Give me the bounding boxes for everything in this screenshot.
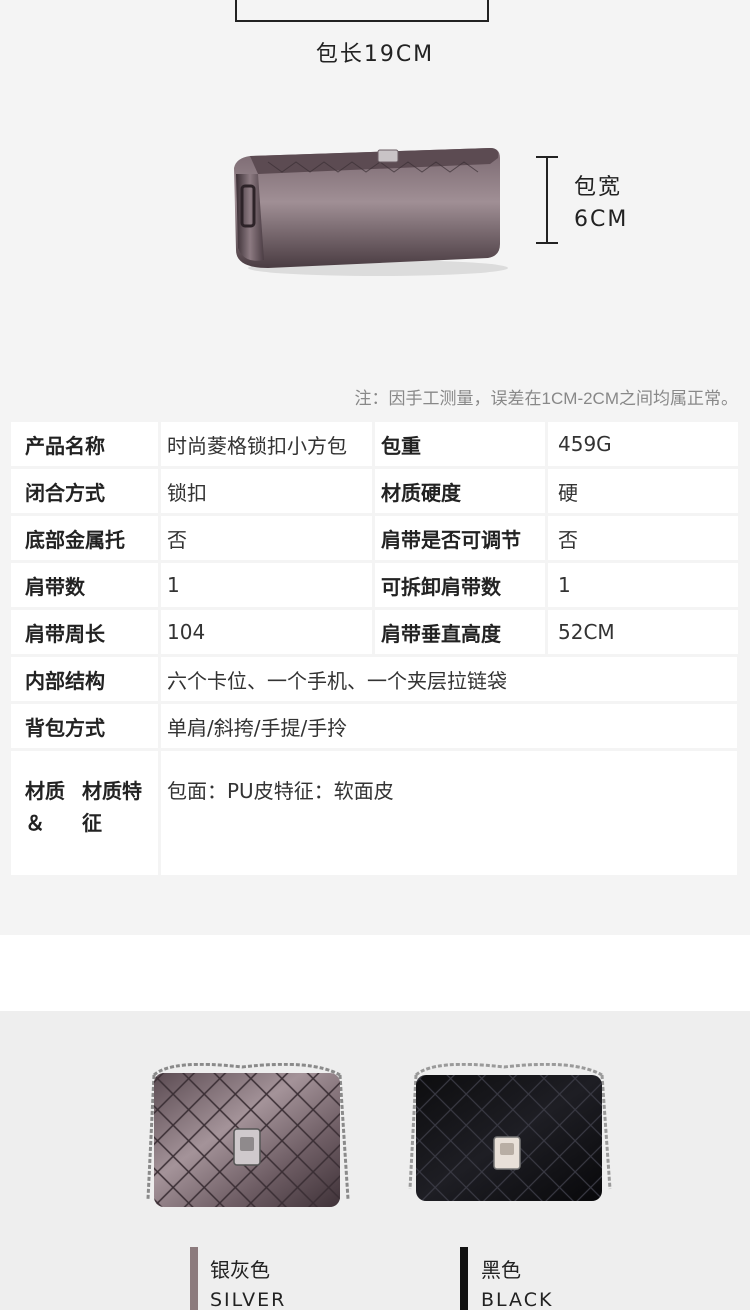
spec-value: 1 <box>548 563 738 607</box>
spec-key: 可拆卸肩带数 <box>375 563 545 607</box>
black-bag-image[interactable] <box>404 1063 614 1213</box>
spec-key: 肩带周长 <box>11 610 158 654</box>
length-label: 包长19CM <box>315 42 435 67</box>
spec-key: 产品名称 <box>11 422 158 466</box>
spec-key: 包重 <box>375 422 545 466</box>
color-name-en: SILVER <box>210 1289 287 1310</box>
spec-value: 否 <box>548 516 738 560</box>
length-bracket <box>235 0 489 22</box>
silver-color-swatch <box>190 1247 198 1310</box>
spec-value: 六个卡位、一个手机、一个夹层拉链袋 <box>161 657 737 701</box>
color-label-black: 黑色 BLACK <box>481 1255 553 1310</box>
color-name-en: BLACK <box>481 1289 554 1310</box>
spec-key: 肩带垂直高度 <box>375 610 545 654</box>
spec-value: 否 <box>161 516 372 560</box>
width-bar-cap-bottom <box>536 242 558 244</box>
table-row: 肩带数 1 可拆卸肩带数 1 <box>11 563 738 607</box>
width-bar <box>546 156 548 244</box>
spec-value-material: 包面：PU皮 特征：软面皮 <box>161 751 737 875</box>
color-name-cn: 黑色 <box>481 1258 521 1282</box>
spec-value: 104 <box>161 610 372 654</box>
color-name-cn: 银灰色 <box>210 1258 270 1282</box>
spec-key: 闭合方式 <box>11 469 158 513</box>
black-color-swatch <box>460 1247 468 1310</box>
color-label-silver: 银灰色 SILVER <box>210 1255 286 1310</box>
spec-key: 背包方式 <box>11 704 158 748</box>
spec-key: 肩带是否可调节 <box>375 516 545 560</box>
table-row: 产品名称 时尚菱格锁扣小方包 包重 459G <box>11 422 738 466</box>
spec-value: 锁扣 <box>161 469 372 513</box>
width-label-cn: 包宽 <box>574 175 623 200</box>
spec-value: 52CM <box>548 610 738 654</box>
spec-value-line: 包面：PU皮 <box>167 779 274 803</box>
spec-value: 1 <box>161 563 372 607</box>
spec-key-line: 材质特征 <box>82 779 142 835</box>
table-row-material: 材质＆ 材质特征 包面：PU皮 特征：软面皮 <box>11 751 738 875</box>
spec-key-material: 材质＆ 材质特征 <box>11 751 158 875</box>
spec-value: 时尚菱格锁扣小方包 <box>161 422 372 466</box>
table-row: 肩带周长 104 肩带垂直高度 52CM <box>11 610 738 654</box>
table-row: 闭合方式 锁扣 材质硬度 硬 <box>11 469 738 513</box>
spec-key: 肩带数 <box>11 563 158 607</box>
spec-value: 单肩/斜挎/手提/手拎 <box>161 704 737 748</box>
section-divider <box>0 935 750 1011</box>
color-options-section: 银灰色 SILVER 黑色 BLACK <box>0 1011 750 1310</box>
spec-key-line: 材质＆ <box>25 779 65 835</box>
spec-key: 内部结构 <box>11 657 158 701</box>
table-row: 内部结构 六个卡位、一个手机、一个夹层拉链袋 <box>11 657 738 701</box>
width-label-value: 6CM <box>574 207 629 232</box>
measurement-note: 注：因手工测量，误差在1CM-2CM之间均属正常。 <box>354 389 738 408</box>
spec-value: 硬 <box>548 469 738 513</box>
spec-key: 底部金属托 <box>11 516 158 560</box>
spec-key: 材质硬度 <box>375 469 545 513</box>
width-label: 包宽 6CM <box>574 172 628 236</box>
table-row: 底部金属托 否 肩带是否可调节 否 <box>11 516 738 560</box>
spec-value-line: 特征：软面皮 <box>273 779 394 803</box>
spec-value: 459G <box>548 422 738 466</box>
width-bar-cap-top <box>536 156 558 158</box>
dimension-section: 包长19CM 包宽 6CM <box>0 0 750 370</box>
spec-table: 产品名称 时尚菱格锁扣小方包 包重 459G 闭合方式 锁扣 材质硬度 硬 底部… <box>11 422 738 878</box>
bag-side-view-image <box>234 148 508 276</box>
table-row: 背包方式 单肩/斜挎/手提/手拎 <box>11 704 738 748</box>
silver-bag-image[interactable] <box>142 1063 352 1213</box>
